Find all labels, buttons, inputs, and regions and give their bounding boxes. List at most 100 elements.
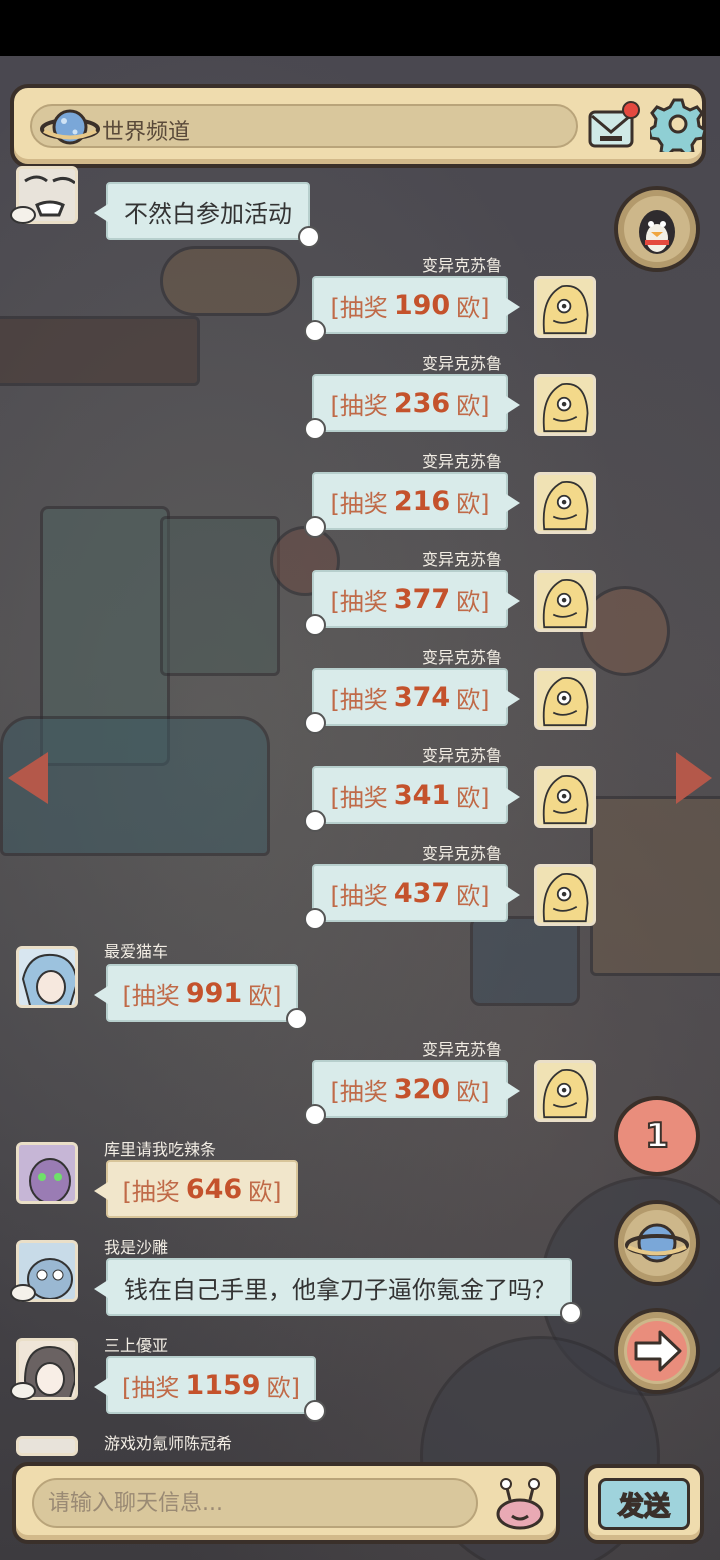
lottery-amount: 341: [393, 779, 451, 811]
speech-dots-icon: [304, 320, 326, 342]
lottery-suffix: 欧]: [456, 881, 490, 910]
lottery-prefix: [抽奖: [330, 1077, 388, 1106]
avatar[interactable]: [16, 1142, 78, 1204]
sender-name: 变异克苏鲁: [422, 844, 503, 863]
lottery-prefix: [抽奖: [330, 391, 388, 420]
message-bubble[interactable]: 不然白参加活动: [94, 182, 320, 248]
lottery-amount: 1159: [185, 1369, 261, 1401]
eye-icon: [10, 1284, 36, 1302]
avatar[interactable]: [534, 472, 596, 534]
send-label: 发送: [598, 1478, 690, 1530]
lottery-message-bubble[interactable]: [抽奖 991 欧]: [94, 964, 308, 1030]
lottery-suffix: 欧]: [456, 1077, 490, 1106]
avatar[interactable]: [534, 374, 596, 436]
message-bubble[interactable]: 钱在自己手里，他拿刀子逼你氪金了吗？: [94, 1258, 582, 1324]
planet-icon: [40, 109, 100, 145]
lottery-prefix: [抽奖: [330, 881, 388, 910]
avatar[interactable]: [534, 276, 596, 338]
channel-selector[interactable]: 世界频道: [30, 104, 578, 148]
eye-icon: [10, 206, 36, 224]
lottery-amount: 646: [185, 1173, 243, 1205]
lottery-suffix: 欧]: [456, 489, 490, 518]
lottery-message-bubble[interactable]: [抽奖 646 欧]: [94, 1160, 298, 1218]
message-text: 不然白参加活动: [124, 199, 292, 228]
speech-dots-icon: [304, 418, 326, 440]
world-channel-button[interactable]: [614, 1200, 700, 1286]
chat-message-input[interactable]: [32, 1478, 478, 1528]
lottery-amount: 991: [185, 977, 243, 1009]
status-bar: [0, 0, 720, 56]
next-arrow-button[interactable]: [676, 752, 712, 804]
lottery-message-bubble[interactable]: [抽奖 216 欧]: [304, 472, 520, 538]
lottery-message-bubble[interactable]: [抽奖 437 欧]: [304, 864, 520, 930]
speech-dots-icon: [304, 810, 326, 832]
penguin-button[interactable]: [614, 186, 700, 272]
forward-arrow-button[interactable]: [614, 1308, 700, 1394]
lottery-prefix: [抽奖: [330, 293, 388, 322]
mail-icon[interactable]: [586, 98, 646, 156]
lottery-message-bubble[interactable]: [抽奖 190 欧]: [304, 276, 520, 342]
sender-name: 我是沙雕: [104, 1238, 169, 1257]
lottery-suffix: 欧]: [248, 1177, 282, 1206]
avatar[interactable]: [534, 1060, 596, 1122]
penguin-icon: [639, 210, 675, 254]
message-text: 钱在自己手里，他拿刀子逼你氪金了吗？: [124, 1275, 556, 1304]
lottery-prefix: [抽奖: [330, 587, 388, 616]
planet-icon: [625, 1223, 689, 1263]
lottery-message-bubble[interactable]: [抽奖 320 欧]: [304, 1060, 520, 1126]
lottery-suffix: 欧]: [456, 685, 490, 714]
eye-icon: [10, 1382, 36, 1400]
lottery-message-bubble[interactable]: [抽奖 341 欧]: [304, 766, 520, 832]
lottery-amount: 377: [393, 583, 451, 615]
sender-name: 游戏劝氪师陈冠希: [104, 1434, 233, 1453]
speech-dots-icon: [304, 712, 326, 734]
lottery-prefix: [抽奖: [122, 1373, 180, 1402]
channel-name: 世界频道: [102, 120, 191, 145]
lottery-suffix: 欧]: [456, 587, 490, 616]
avatar[interactable]: [534, 864, 596, 926]
speech-dots-icon: [298, 226, 320, 248]
lottery-suffix: 欧]: [248, 981, 282, 1010]
previous-arrow-button[interactable]: [8, 752, 48, 804]
lottery-prefix: [抽奖: [330, 783, 388, 812]
avatar[interactable]: [16, 1436, 78, 1456]
lottery-amount: 236: [393, 387, 451, 419]
send-button[interactable]: 发送: [584, 1464, 704, 1544]
lottery-prefix: [抽奖: [330, 685, 388, 714]
sender-name: 三上優亚: [104, 1336, 169, 1355]
speech-dots-icon: [304, 908, 326, 930]
lottery-amount: 320: [393, 1073, 451, 1105]
speech-dots-icon: [304, 1400, 326, 1422]
sender-name: 变异克苏鲁: [422, 1040, 503, 1059]
avatar[interactable]: [534, 668, 596, 730]
lottery-amount: 190: [393, 289, 451, 321]
unread-count-badge[interactable]: 1: [614, 1096, 700, 1176]
emoji-snail-icon[interactable]: [492, 1476, 548, 1532]
sender-name: 最爱猫车: [104, 942, 169, 961]
settings-gear-icon[interactable]: [650, 96, 706, 152]
lottery-suffix: 欧]: [266, 1373, 300, 1402]
lottery-amount: 374: [393, 681, 451, 713]
arrow-right-icon: [627, 1321, 687, 1381]
sender-name: 变异克苏鲁: [422, 452, 503, 471]
speech-dots-icon: [560, 1302, 582, 1324]
sender-name: 变异克苏鲁: [422, 354, 503, 373]
lottery-suffix: 欧]: [456, 391, 490, 420]
avatar[interactable]: [534, 766, 596, 828]
lottery-message-bubble[interactable]: [抽奖 374 欧]: [304, 668, 520, 734]
avatar[interactable]: [534, 570, 596, 632]
lottery-amount: 216: [393, 485, 451, 517]
sender-name: 变异克苏鲁: [422, 256, 503, 275]
sender-name: 变异克苏鲁: [422, 648, 503, 667]
lottery-suffix: 欧]: [456, 293, 490, 322]
chat-input-bar: [12, 1462, 560, 1544]
lottery-message-bubble[interactable]: [抽奖 377 欧]: [304, 570, 520, 636]
lottery-amount: 437: [393, 877, 451, 909]
sender-name: 变异克苏鲁: [422, 550, 503, 569]
lottery-message-bubble[interactable]: [抽奖 236 欧]: [304, 374, 520, 440]
sender-name: 变异克苏鲁: [422, 746, 503, 765]
avatar[interactable]: [16, 946, 78, 1008]
lottery-message-bubble[interactable]: [抽奖 1159 欧]: [94, 1356, 326, 1422]
lottery-prefix: [抽奖: [122, 981, 180, 1010]
lottery-suffix: 欧]: [456, 783, 490, 812]
